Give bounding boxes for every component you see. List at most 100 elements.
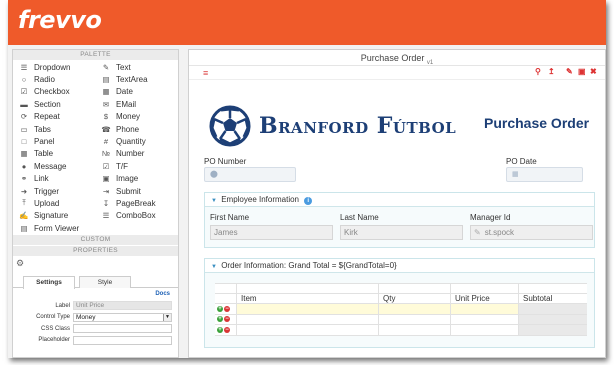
add-row-icon[interactable]: +: [217, 326, 223, 333]
item-cell[interactable]: [237, 304, 379, 314]
palette-item-number[interactable]: № Number: [101, 148, 183, 160]
search-icon[interactable]: ⚲: [535, 67, 541, 76]
last-name-field[interactable]: Kirk: [340, 225, 463, 240]
first-name-field[interactable]: James: [210, 225, 333, 240]
docs-link[interactable]: Docs: [17, 291, 172, 300]
palette-item-signature[interactable]: ✍ Signature: [19, 210, 101, 222]
palette-item-t-f[interactable]: ☑ T/F: [101, 160, 183, 172]
signature-icon: ✍: [19, 211, 29, 221]
palette-item-trigger[interactable]: ➜ Trigger: [19, 185, 101, 197]
palette-item-label: Phone: [116, 124, 140, 134]
spacer-cell: [451, 284, 519, 293]
wand-icon[interactable]: ✎: [566, 67, 573, 76]
qty-cell[interactable]: [379, 314, 451, 324]
trigger-icon: ➜: [20, 186, 28, 196]
order-section-title: Order Information: Grand Total = ${Grand…: [221, 261, 397, 270]
test-icon[interactable]: ↥: [548, 67, 555, 76]
palette-item-tabs[interactable]: ▭ Tabs: [19, 123, 101, 135]
add-row-icon[interactable]: +: [217, 305, 223, 312]
label-input[interactable]: Unit Price: [73, 301, 172, 311]
palette-item-panel[interactable]: □ Panel: [19, 135, 101, 147]
palette-item-label: Form Viewer: [34, 223, 80, 233]
unit-price-cell[interactable]: [451, 314, 519, 324]
control-type-select[interactable]: Money ▼: [73, 312, 172, 322]
save-icon[interactable]: ▣: [578, 67, 586, 76]
table-row: + −: [215, 314, 587, 325]
order-section-header[interactable]: ▼ Order Information: Grand Total = ${Gra…: [205, 259, 594, 273]
prop-label-label: Label: [55, 302, 70, 309]
unit-price-cell[interactable]: [451, 304, 519, 314]
palette-item-repeat[interactable]: ⟳ Repeat: [19, 111, 101, 123]
employee-section-title: Employee Information: [221, 195, 300, 204]
palette-item-label: Repeat: [34, 112, 60, 122]
palette-item-email[interactable]: ✉ EMail: [101, 98, 183, 110]
palette-item-money[interactable]: $ Money: [101, 111, 183, 123]
manager-field[interactable]: ✎ st.spock: [470, 225, 593, 240]
palette-item-pagebreak[interactable]: ↧ PageBreak: [101, 197, 183, 209]
frevvo-logo: frevvo: [18, 6, 102, 34]
tab-settings[interactable]: Settings: [23, 276, 75, 290]
palette-item-section[interactable]: ▬ Section: [19, 98, 101, 110]
css-class-input[interactable]: [73, 324, 172, 334]
tag-icon: ⬤: [210, 171, 218, 178]
chevron-down-icon: ▼: [163, 313, 171, 321]
palette-item-phone[interactable]: ☎ Phone: [101, 123, 183, 135]
employee-section-header[interactable]: ▼ Employee Information i: [205, 193, 594, 207]
po-date-label: PO Date: [506, 157, 537, 166]
palette-item-radio[interactable]: ○ Radio: [19, 73, 101, 85]
palette-item-form-viewer[interactable]: ▤ Form Viewer: [19, 222, 101, 234]
qty-cell[interactable]: [379, 304, 451, 314]
palette-header: PALETTE: [13, 50, 178, 60]
control-type-value: Money: [76, 313, 96, 321]
section-icon: ▬: [20, 99, 28, 109]
remove-row-icon[interactable]: −: [224, 326, 230, 333]
palette-item-checkbox[interactable]: ☑ Checkbox: [19, 86, 101, 98]
spacer-cell: [237, 284, 379, 293]
palette-item-date[interactable]: ▦ Date: [101, 86, 183, 98]
add-row-icon[interactable]: +: [217, 316, 223, 323]
settings-gear-icon[interactable]: ⚙: [13, 256, 178, 268]
info-icon[interactable]: i: [304, 197, 313, 205]
palette-item-combobox[interactable]: ☰ ComboBox: [101, 210, 183, 222]
palette-item-textarea[interactable]: ▤ TextArea: [101, 73, 183, 85]
palette-item-dropdown[interactable]: ☰ Dropdown: [19, 61, 101, 73]
quantity-icon: #: [103, 137, 109, 147]
palette-item-quantity[interactable]: # Quantity: [101, 135, 183, 147]
qty-cell[interactable]: [379, 325, 451, 335]
po-number-input[interactable]: ⬤: [204, 167, 296, 182]
palette-item-label: Date: [116, 87, 133, 97]
order-table: Item Qty Unit Price Subtotal + − + − + −: [215, 283, 587, 336]
palette-item-upload[interactable]: ⤒ Upload: [19, 197, 101, 209]
palette-item-text[interactable]: ✎ Text: [101, 61, 183, 73]
close-icon[interactable]: ✖: [590, 67, 597, 76]
palette-grid: ☰ Dropdown ✎ Text ○ Radio ▤ TextArea ☑ Checkbox ▦ D…: [13, 60, 178, 234]
col-qty: Qty: [379, 293, 451, 303]
collapse-icon: ▼: [211, 198, 217, 204]
palette-item-label: EMail: [116, 99, 137, 109]
item-cell[interactable]: [237, 314, 379, 324]
table-icon: ▦: [20, 149, 28, 159]
tab-style[interactable]: Style: [79, 276, 131, 289]
item-cell[interactable]: [237, 325, 379, 335]
app-window: frevvo PALETTE ☰ Dropdown ✎ Text ○ Radio ▤ Text…: [8, 0, 606, 358]
po-date-input[interactable]: ▦: [506, 167, 583, 182]
palette-item-message[interactable]: ● Message: [19, 160, 101, 172]
remove-row-icon[interactable]: −: [224, 316, 230, 323]
placeholder-input[interactable]: [73, 335, 172, 345]
custom-header[interactable]: CUSTOM: [13, 235, 178, 246]
message-icon: ●: [21, 161, 27, 171]
palette-item-image[interactable]: ▣ Image: [101, 173, 183, 185]
prop-row-css: CSS Class: [17, 323, 172, 334]
css-class-label: CSS Class: [40, 325, 70, 332]
placeholder-label: Placeholder: [38, 337, 70, 344]
remove-row-icon[interactable]: −: [224, 305, 230, 312]
palette-item-table[interactable]: ▦ Table: [19, 148, 101, 160]
menu-icon[interactable]: ≡: [203, 68, 208, 78]
money-icon: $: [103, 112, 109, 122]
col-subtotal: Subtotal: [523, 293, 553, 303]
palette-item-label: T/F: [116, 161, 128, 171]
unit-price-cell[interactable]: [451, 325, 519, 335]
palette-item-link[interactable]: ⚭ Link: [19, 173, 101, 185]
palette-item-submit[interactable]: ⇥ Submit: [101, 185, 183, 197]
palette-item-label: Section: [34, 99, 61, 109]
